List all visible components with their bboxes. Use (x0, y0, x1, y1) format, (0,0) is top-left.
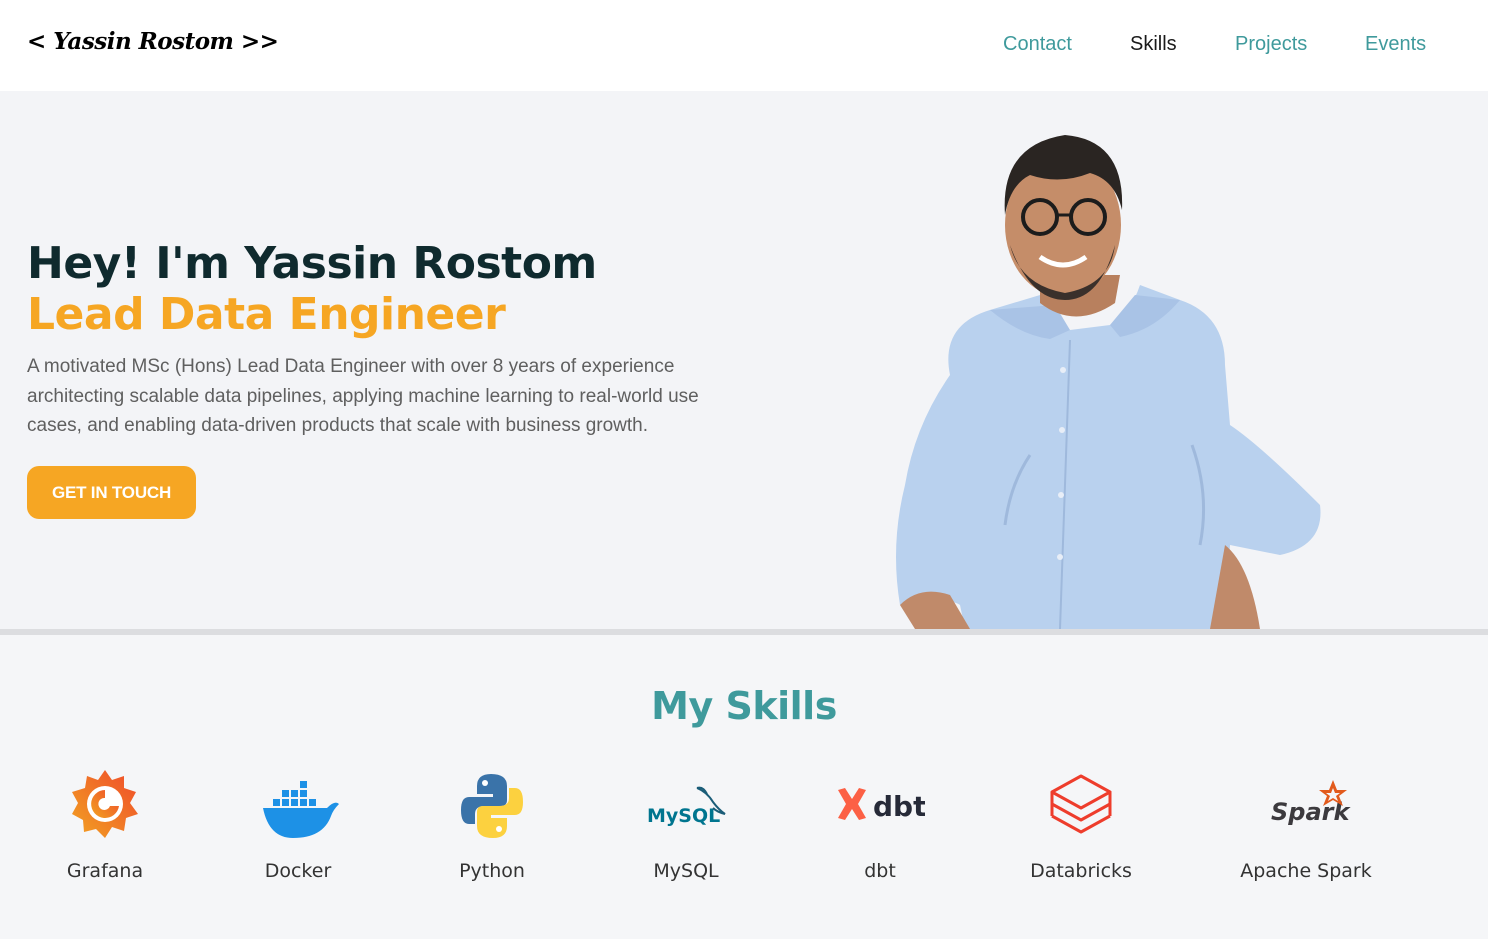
skill-python: Python (402, 766, 582, 882)
site-logo[interactable]: < Yassin Rostom >> (27, 28, 279, 55)
grafana-icon (72, 770, 138, 838)
nav-projects[interactable]: Projects (1235, 33, 1307, 56)
nav-events[interactable]: Events (1365, 33, 1426, 56)
site-header: < Yassin Rostom >> Contact Skills Projec… (0, 0, 1488, 91)
skill-apache-spark: Spark Apache Spark (1216, 766, 1396, 882)
mysql-icon: MySQL (647, 786, 726, 827)
skill-dbt: dbt dbt (790, 766, 970, 882)
svg-text:MySQL: MySQL (647, 805, 720, 827)
nav-contact[interactable]: Contact (1003, 33, 1072, 56)
skill-label: dbt (864, 860, 896, 882)
hero-description: A motivated MSc (Hons) Lead Data Enginee… (27, 356, 699, 436)
skill-label: Python (459, 860, 525, 882)
skill-label: Docker (264, 860, 332, 882)
section-divider (0, 629, 1488, 635)
hero-role: Lead Data Engineer (27, 289, 506, 340)
profile-photo (896, 135, 1321, 629)
databricks-icon (1050, 774, 1112, 834)
skill-label: Databricks (1030, 860, 1132, 882)
nav-skills[interactable]: Skills (1130, 33, 1177, 56)
python-icon (461, 774, 523, 838)
dbt-icon: dbt (838, 788, 925, 823)
get-in-touch-button[interactable]: GET IN TOUCH (27, 466, 196, 519)
skill-mysql: MySQL MySQL (596, 766, 776, 882)
skills-title: My Skills (651, 684, 837, 728)
spark-icon: Spark (1271, 780, 1351, 826)
skill-label: Grafana (66, 860, 144, 882)
skill-label: Apache Spark (1240, 860, 1372, 882)
svg-text:dbt: dbt (873, 790, 925, 823)
skill-databricks: Databricks (991, 766, 1171, 882)
skill-label: MySQL (653, 860, 719, 882)
skill-grafana: Grafana (15, 766, 195, 882)
skill-docker: Docker (208, 766, 388, 882)
hero-greeting: Hey! I'm Yassin Rostom (27, 238, 597, 289)
docker-icon (263, 781, 339, 838)
